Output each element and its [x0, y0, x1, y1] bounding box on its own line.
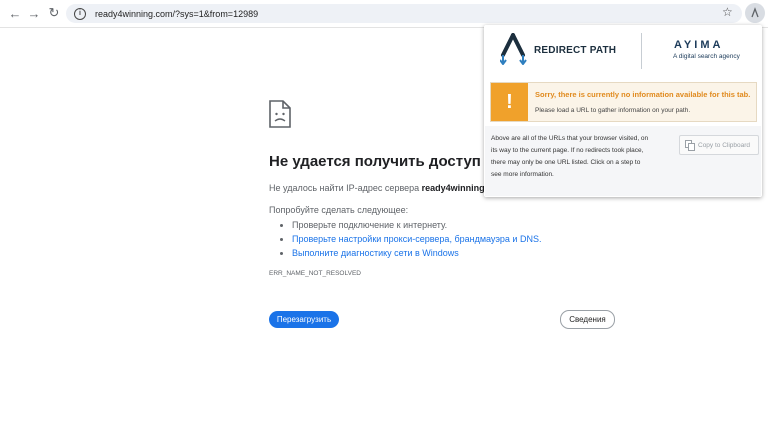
try-label: Попробуйте сделать следующее: [269, 205, 409, 215]
bookmark-star-icon[interactable]: ☆ [722, 5, 733, 19]
no-info-notice: ! Sorry, there is currently no informati… [490, 82, 757, 122]
forward-icon[interactable]: → [25, 4, 43, 22]
redirect-path-popup: REDIRECT PATH AYIMA A digital search age… [484, 25, 762, 197]
error-message-prefix: Не удалось найти IP-адрес сервера [269, 183, 422, 193]
address-bar[interactable]: i ready4winning.com/?sys=1&from=12989 [66, 4, 742, 23]
redirect-path-extension-button[interactable] [745, 3, 765, 23]
suggestion-check-connection: Проверьте подключение к интернету. [292, 218, 541, 232]
url-text[interactable]: ready4winning.com/?sys=1&from=12989 [95, 9, 258, 19]
ayima-tagline: A digital search agency [673, 53, 740, 60]
back-icon[interactable]: ← [6, 4, 24, 22]
header-divider [641, 33, 642, 69]
error-code: ERR_NAME_NOT_RESOLVED [269, 270, 361, 277]
suggestion-text: Проверьте подключение к интернету. [292, 220, 448, 230]
sad-document-icon [269, 100, 291, 128]
site-info-icon[interactable]: i [74, 7, 86, 20]
suggestion-list: Проверьте подключение к интернету. Прове… [281, 218, 541, 260]
check-proxy-link[interactable]: Проверьте настройки прокси-сервера, бран… [292, 234, 541, 244]
suggestion-run-diagnostics: Выполните диагностику сети в Windows [292, 246, 541, 260]
redirect-path-logo-icon [500, 33, 527, 65]
reload-button[interactable]: Перезагрузить [269, 311, 339, 328]
run-diagnostics-link[interactable]: Выполните диагностику сети в Windows [292, 248, 459, 258]
warning-icon: ! [491, 83, 528, 121]
reload-icon[interactable]: ↻ [45, 4, 63, 22]
notice-subtitle: Please load a URL to gather information … [535, 107, 691, 114]
suggestion-check-proxy: Проверьте настройки прокси-сервера, бран… [292, 232, 541, 246]
details-button[interactable]: Сведения [560, 310, 615, 329]
error-message: Не удалось найти IP-адрес сервера ready4… [269, 183, 506, 193]
copy-to-clipboard-button[interactable]: Copy to Clipboard [679, 135, 759, 155]
browser-toolbar: ← → ↻ i ready4winning.com/?sys=1&from=12… [0, 0, 768, 27]
clipboard-icon [685, 139, 695, 151]
notice-title: Sorry, there is currently no information… [535, 90, 751, 99]
ayima-logo[interactable]: AYIMA [674, 39, 723, 51]
copy-label: Copy to Clipboard [698, 141, 751, 149]
popup-body: Above are all of the URLs that your brow… [485, 126, 761, 196]
redirect-path-brand: REDIRECT PATH [534, 45, 617, 56]
redirect-path-icon [751, 7, 759, 18]
popup-header: REDIRECT PATH AYIMA A digital search age… [484, 25, 762, 77]
info-text: Above are all of the URLs that your brow… [491, 135, 649, 178]
